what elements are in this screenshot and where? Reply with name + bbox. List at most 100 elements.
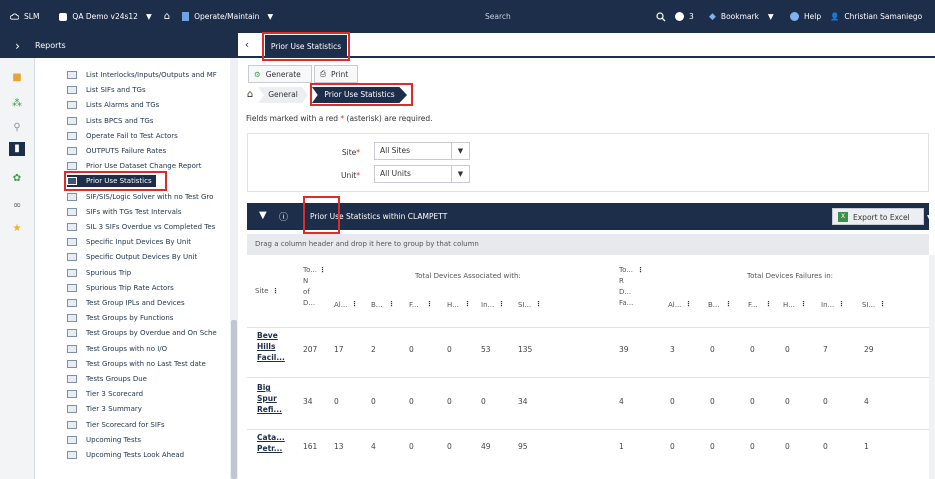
column-header-total-failures[interactable]: To... <box>619 265 633 275</box>
help-button[interactable]: Help <box>784 0 827 33</box>
site-link[interactable]: Spur <box>257 394 277 404</box>
column-header-associated[interactable]: Al... <box>334 300 347 310</box>
box-icon[interactable]: ■ <box>10 71 24 85</box>
report-list-item[interactable]: Prior Use Dataset Change Report <box>67 160 201 172</box>
search-icon[interactable]: ⚲ <box>10 121 24 135</box>
column-header-failures[interactable]: Al... <box>668 300 681 310</box>
home-button[interactable]: ⌂ <box>158 0 176 33</box>
column-header-associated[interactable]: SI... <box>518 300 531 310</box>
column-menu-icon[interactable]: ⋮ <box>765 299 772 309</box>
column-header-failures[interactable]: In... <box>821 300 834 310</box>
column-header-failures[interactable]: H... <box>783 300 795 310</box>
column-header-total-devices[interactable]: To... <box>303 265 317 275</box>
column-header-failures[interactable]: SI... <box>862 300 875 310</box>
column-menu-icon[interactable]: ⋮ <box>272 286 279 296</box>
sidebar-scrollbar-thumb[interactable] <box>231 320 237 479</box>
site-link[interactable]: Hills <box>257 342 275 352</box>
column-menu-icon[interactable]: ⋮ <box>800 299 807 309</box>
column-header-total-devices[interactable]: N <box>303 276 308 286</box>
column-header-failures[interactable]: F... <box>748 300 758 310</box>
column-menu-icon[interactable]: ⋮ <box>637 265 644 275</box>
column-menu-icon[interactable]: ⋮ <box>498 299 505 309</box>
report-list-item[interactable]: Lists BPCS and TGs <box>67 115 153 127</box>
report-list-item[interactable]: Spurious Trip <box>67 267 131 279</box>
export-to-excel-button[interactable]: X Export to Excel ▼ <box>832 208 933 225</box>
column-menu-icon[interactable]: ⋮ <box>426 299 433 309</box>
notifications-button[interactable]: 3 <box>669 0 700 33</box>
report-list-item[interactable]: Specific Input Devices By Unit <box>67 236 191 248</box>
report-list-item[interactable]: Test Groups by Overdue and On Sche <box>67 327 217 339</box>
column-header-associated[interactable]: In... <box>481 300 494 310</box>
report-list-item[interactable]: Upcoming Tests Look Ahead <box>67 449 184 461</box>
column-header-total-failures[interactable]: D... <box>619 287 631 297</box>
report-list-item[interactable]: Test Groups with no Last Test date <box>67 358 206 370</box>
column-header-associated[interactable]: B... <box>371 300 382 310</box>
site-link[interactable]: Refi... <box>257 405 282 415</box>
report-list-item[interactable]: Upcoming Tests <box>67 434 141 446</box>
unit-select[interactable]: All Units ▼ <box>374 165 470 183</box>
chevron-down-icon[interactable]: ▼ <box>927 209 935 226</box>
column-menu-icon[interactable]: ⋮ <box>838 299 845 309</box>
column-header-failures[interactable]: B... <box>708 300 719 310</box>
site-link[interactable]: Cata... <box>257 433 285 443</box>
site-link[interactable]: Big <box>257 383 271 393</box>
generate-button[interactable]: ⚙ Generate <box>248 65 312 83</box>
site-link[interactable]: Beve <box>257 331 278 341</box>
home-icon[interactable]: ⌂ <box>243 86 257 103</box>
report-list-item[interactable]: Lists Alarms and TGs <box>67 99 159 111</box>
site-link[interactable]: Petr... <box>257 444 282 454</box>
report-list-item[interactable]: SIF/SIS/Logic Solver with no Test Gro <box>67 191 213 203</box>
info-icon[interactable]: ⓘ <box>279 210 288 223</box>
site-select[interactable]: All Sites ▼ <box>374 142 470 160</box>
report-list-item[interactable]: SIL 3 SIFs Overdue vs Completed Tes <box>67 221 215 233</box>
module-selector[interactable]: Operate/Maintain ▼ <box>176 0 279 33</box>
column-menu-icon[interactable]: ⋮ <box>319 265 326 275</box>
report-list-item[interactable]: Test Groups by Functions <box>67 312 173 324</box>
report-list-item[interactable]: Tier Scorecard for SIFs <box>67 419 165 431</box>
print-button[interactable]: ⎙ Print <box>314 65 358 83</box>
book-icon[interactable]: ▮ <box>9 142 25 156</box>
report-list-item[interactable]: Operate Fail to Test Actors <box>67 130 178 142</box>
report-list-item[interactable]: List SIFs and TGs <box>67 84 146 96</box>
content-scrollbar[interactable] <box>929 255 935 479</box>
column-menu-icon[interactable]: ⋮ <box>535 299 542 309</box>
report-list-item[interactable]: Spurious Trip Rate Actors <box>67 282 174 294</box>
column-menu-icon[interactable]: ⋮ <box>388 299 395 309</box>
chevron-down-icon[interactable]: ▼ <box>451 166 469 182</box>
report-list-item[interactable]: Test Group IPLs and Devices <box>67 297 185 309</box>
site-selector[interactable]: QA Demo v24s12 ▼ <box>53 0 157 33</box>
filter-icon[interactable]: ▼ <box>259 210 267 221</box>
column-menu-icon[interactable]: ⋮ <box>879 299 886 309</box>
collapse-sidebar-button[interactable]: ‹ <box>238 33 256 56</box>
site-link[interactable]: Facil... <box>257 353 285 363</box>
report-list-item[interactable]: Tests Groups Due <box>67 373 147 385</box>
column-header-associated[interactable]: F... <box>409 300 419 310</box>
star-icon[interactable]: ★ <box>10 222 24 236</box>
group-by-drop-zone[interactable]: Drag a column header and drop it here to… <box>247 234 929 255</box>
report-list-item[interactable]: SIFs with TGs Test Intervals <box>67 206 182 218</box>
report-list-item[interactable]: List Interlocks/Inputs/Outputs and MF <box>67 69 217 81</box>
report-list-item[interactable]: Tier 3 Scorecard <box>67 388 143 400</box>
gear-icon[interactable]: ✿ <box>10 172 24 186</box>
app-switcher[interactable]: SLM <box>0 0 45 33</box>
report-list-item[interactable]: Test Groups with no I/O <box>67 343 167 355</box>
column-header-total-devices[interactable]: of <box>303 287 310 297</box>
column-menu-icon[interactable]: ⋮ <box>685 299 692 309</box>
report-list-item[interactable]: Specific Output Devices By Unit <box>67 251 197 263</box>
user-menu[interactable]: 👤 Christian Samaniego <box>824 0 928 33</box>
column-menu-icon[interactable]: ⋮ <box>464 299 471 309</box>
chevron-right-icon[interactable]: › <box>0 39 35 53</box>
bookmark-menu[interactable]: ◆ Bookmark ▼ <box>703 0 780 33</box>
column-menu-icon[interactable]: ⋮ <box>725 299 732 309</box>
breadcrumb-general[interactable]: General <box>258 87 308 103</box>
tab-prior-use-statistics[interactable]: Prior Use Statistics <box>262 32 350 61</box>
column-header-total-failures[interactable]: R <box>619 276 624 286</box>
hierarchy-icon[interactable]: ⁂ <box>10 97 24 111</box>
column-header-associated[interactable]: H... <box>447 300 459 310</box>
report-list-item[interactable]: OUTPUTS Failure Rates <box>67 145 166 157</box>
column-menu-icon[interactable]: ⋮ <box>351 299 358 309</box>
chevron-down-icon[interactable]: ▼ <box>451 143 469 159</box>
report-list-item[interactable]: Tier 3 Summary <box>67 403 142 415</box>
column-header-total-devices[interactable]: D... <box>303 298 315 308</box>
column-header-total-failures[interactable]: Fa... <box>619 298 633 308</box>
